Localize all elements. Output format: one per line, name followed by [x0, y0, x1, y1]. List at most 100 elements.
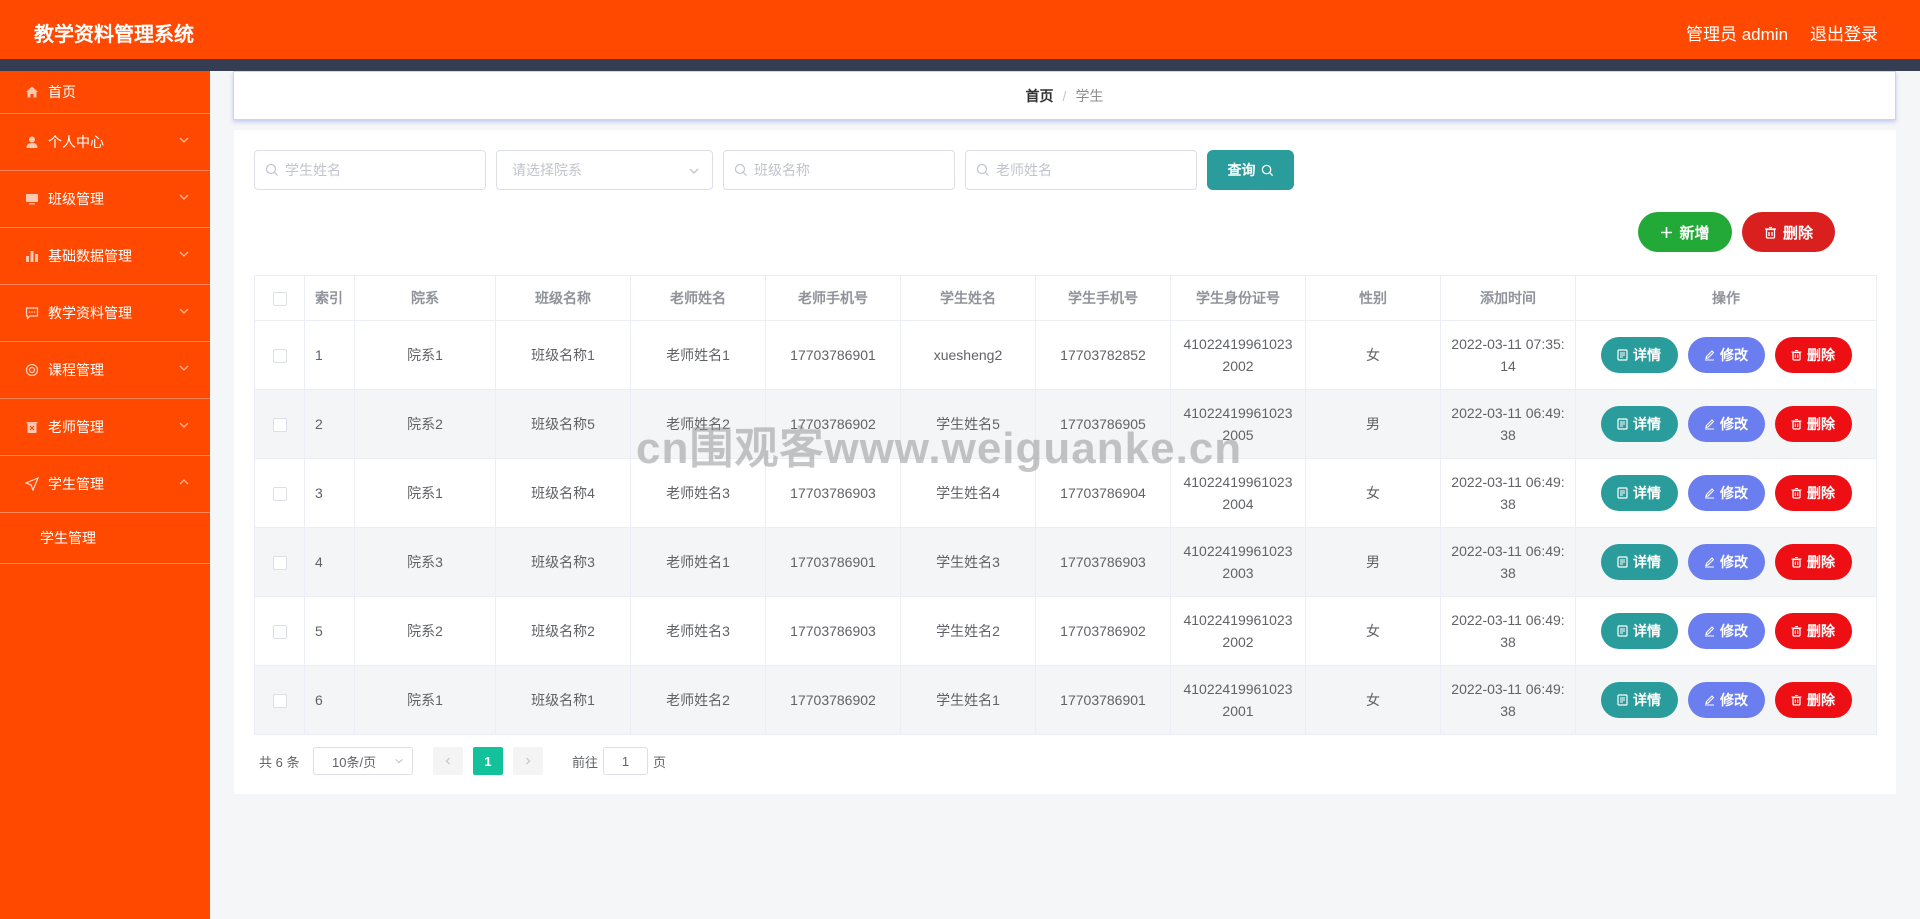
- goto-suffix: 页: [653, 755, 667, 770]
- edit-button[interactable]: 修改: [1687, 475, 1765, 511]
- id-line-1: 41022419961023: [1183, 612, 1293, 628]
- id-line-1: 41022419961023: [1183, 336, 1293, 352]
- row-checkbox[interactable]: [272, 625, 287, 640]
- cell-teacher-name: 老师姓名3: [630, 596, 766, 666]
- teacher-name-input[interactable]: 老师姓名: [965, 150, 1197, 190]
- delete-button[interactable]: 删除: [1774, 475, 1852, 511]
- cell-add-time: 2022-03-11 06:49: 38: [1440, 389, 1576, 459]
- delete-label: 删除: [1807, 623, 1835, 639]
- document-icon: [1617, 487, 1628, 499]
- cell-id-number: 41022419961023 2002: [1170, 320, 1306, 390]
- table-row: 5 院系2 班级名称2 老师姓名3 17703786903 学生姓名2 1770…: [254, 596, 1877, 666]
- student-name-placeholder: 学生姓名: [285, 162, 341, 178]
- detail-button[interactable]: 详情: [1600, 337, 1678, 373]
- row-checkbox-cell[interactable]: [254, 665, 305, 735]
- sidebar-subitem-student-management[interactable]: 学生管理: [0, 513, 210, 564]
- cell-student-name: 学生姓名4: [900, 458, 1036, 528]
- sidebar-item-materials[interactable]: 教学资料管理: [0, 285, 210, 342]
- query-button[interactable]: 查询: [1207, 150, 1294, 190]
- edit-label: 修改: [1720, 485, 1748, 501]
- delete-button[interactable]: 删除: [1774, 544, 1852, 580]
- edit-label: 修改: [1720, 623, 1748, 639]
- batch-delete-button[interactable]: 删除: [1742, 212, 1835, 252]
- cell-teacher-name: 老师姓名2: [630, 665, 766, 735]
- detail-button[interactable]: 详情: [1600, 406, 1678, 442]
- detail-button[interactable]: 详情: [1600, 682, 1678, 718]
- sidebar-item-student[interactable]: 学生管理: [0, 456, 210, 513]
- detail-button[interactable]: 详情: [1600, 613, 1678, 649]
- edit-button[interactable]: 修改: [1687, 406, 1765, 442]
- row-checkbox[interactable]: [272, 556, 287, 571]
- delete-button[interactable]: 删除: [1774, 406, 1852, 442]
- row-checkbox-cell[interactable]: [254, 389, 305, 459]
- id-line-2: 2005: [1222, 427, 1254, 443]
- checkbox[interactable]: [272, 292, 287, 307]
- cell-student-phone: 17703786904: [1035, 458, 1171, 528]
- edit-button[interactable]: 修改: [1687, 682, 1765, 718]
- cell-teacher-phone: 17703786901: [765, 527, 901, 597]
- sidebar-item-profile[interactable]: 个人中心: [0, 114, 210, 171]
- sidebar-item-label: 班级管理: [48, 191, 104, 207]
- query-label: 查询: [1227, 162, 1256, 178]
- trash-icon: [24, 419, 40, 435]
- sidebar-item-teacher[interactable]: 老师管理: [0, 399, 210, 456]
- delete-button[interactable]: 删除: [1774, 613, 1852, 649]
- edit-button[interactable]: 修改: [1687, 613, 1765, 649]
- chevron-down-icon: [179, 308, 189, 314]
- cell-student-phone: 17703786901: [1035, 665, 1171, 735]
- cell-id-number: 41022419961023 2001: [1170, 665, 1306, 735]
- row-checkbox[interactable]: [272, 418, 287, 433]
- add-button[interactable]: 新增: [1638, 212, 1732, 252]
- row-checkbox[interactable]: [272, 487, 287, 502]
- cell-id-number: 41022419961023 2005: [1170, 389, 1306, 459]
- search-icon: [976, 163, 989, 176]
- department-select[interactable]: 请选择院系: [496, 150, 713, 190]
- chevron-down-icon: [179, 365, 189, 371]
- edit-button[interactable]: 修改: [1687, 544, 1765, 580]
- chevron-down-icon: [395, 758, 403, 764]
- breadcrumb-home[interactable]: 首页: [1026, 86, 1054, 106]
- header-divider: [0, 59, 1920, 71]
- cell-teacher-name: 老师姓名3: [630, 458, 766, 528]
- row-checkbox-cell[interactable]: [254, 320, 305, 390]
- row-checkbox-cell[interactable]: [254, 458, 305, 528]
- next-page-button[interactable]: [513, 747, 543, 775]
- cell-id-number: 41022419961023 2003: [1170, 527, 1306, 597]
- chevron-down-icon: [179, 422, 189, 428]
- id-line-1: 41022419961023: [1183, 474, 1293, 490]
- row-checkbox[interactable]: [272, 694, 287, 709]
- page-number-current[interactable]: 1: [473, 747, 503, 775]
- chevron-right-icon: [526, 757, 531, 765]
- prev-page-button[interactable]: [433, 747, 463, 775]
- student-name-input[interactable]: 学生姓名: [254, 150, 486, 190]
- class-name-input[interactable]: 班级名称: [723, 150, 955, 190]
- edit-button[interactable]: 修改: [1687, 337, 1765, 373]
- sidebar-item-basic-data[interactable]: 基础数据管理: [0, 228, 210, 285]
- sidebar-item-label: 个人中心: [48, 134, 104, 150]
- row-checkbox-cell[interactable]: [254, 527, 305, 597]
- detail-button[interactable]: 详情: [1600, 544, 1678, 580]
- delete-button[interactable]: 删除: [1774, 337, 1852, 373]
- row-checkbox-cell[interactable]: [254, 596, 305, 666]
- cell-student-name: 学生姓名3: [900, 527, 1036, 597]
- bar-chart-icon: [24, 248, 40, 264]
- goto-page-input[interactable]: 1: [603, 747, 648, 775]
- cell-teacher-phone: 17703786902: [765, 665, 901, 735]
- sidebar-item-course[interactable]: 课程管理: [0, 342, 210, 399]
- id-line-1: 41022419961023: [1183, 543, 1293, 559]
- delete-button[interactable]: 删除: [1774, 682, 1852, 718]
- cell-class-name: 班级名称5: [495, 389, 631, 459]
- row-checkbox[interactable]: [272, 349, 287, 364]
- page-size-select[interactable]: 10条/页: [313, 747, 413, 775]
- trash-icon: [1791, 349, 1802, 361]
- app-title: 教学资料管理系统: [34, 24, 194, 46]
- sidebar-item-home[interactable]: 首页: [0, 71, 210, 114]
- logout-link[interactable]: 退出登录: [1810, 20, 1878, 45]
- detail-button[interactable]: 详情: [1600, 475, 1678, 511]
- id-line-2: 2004: [1222, 496, 1254, 512]
- delete-label: 删除: [1807, 485, 1835, 501]
- cell-teacher-phone: 17703786903: [765, 596, 901, 666]
- document-icon: [1617, 418, 1628, 430]
- sidebar-item-class[interactable]: 班级管理: [0, 171, 210, 228]
- select-all-checkbox[interactable]: [254, 275, 305, 321]
